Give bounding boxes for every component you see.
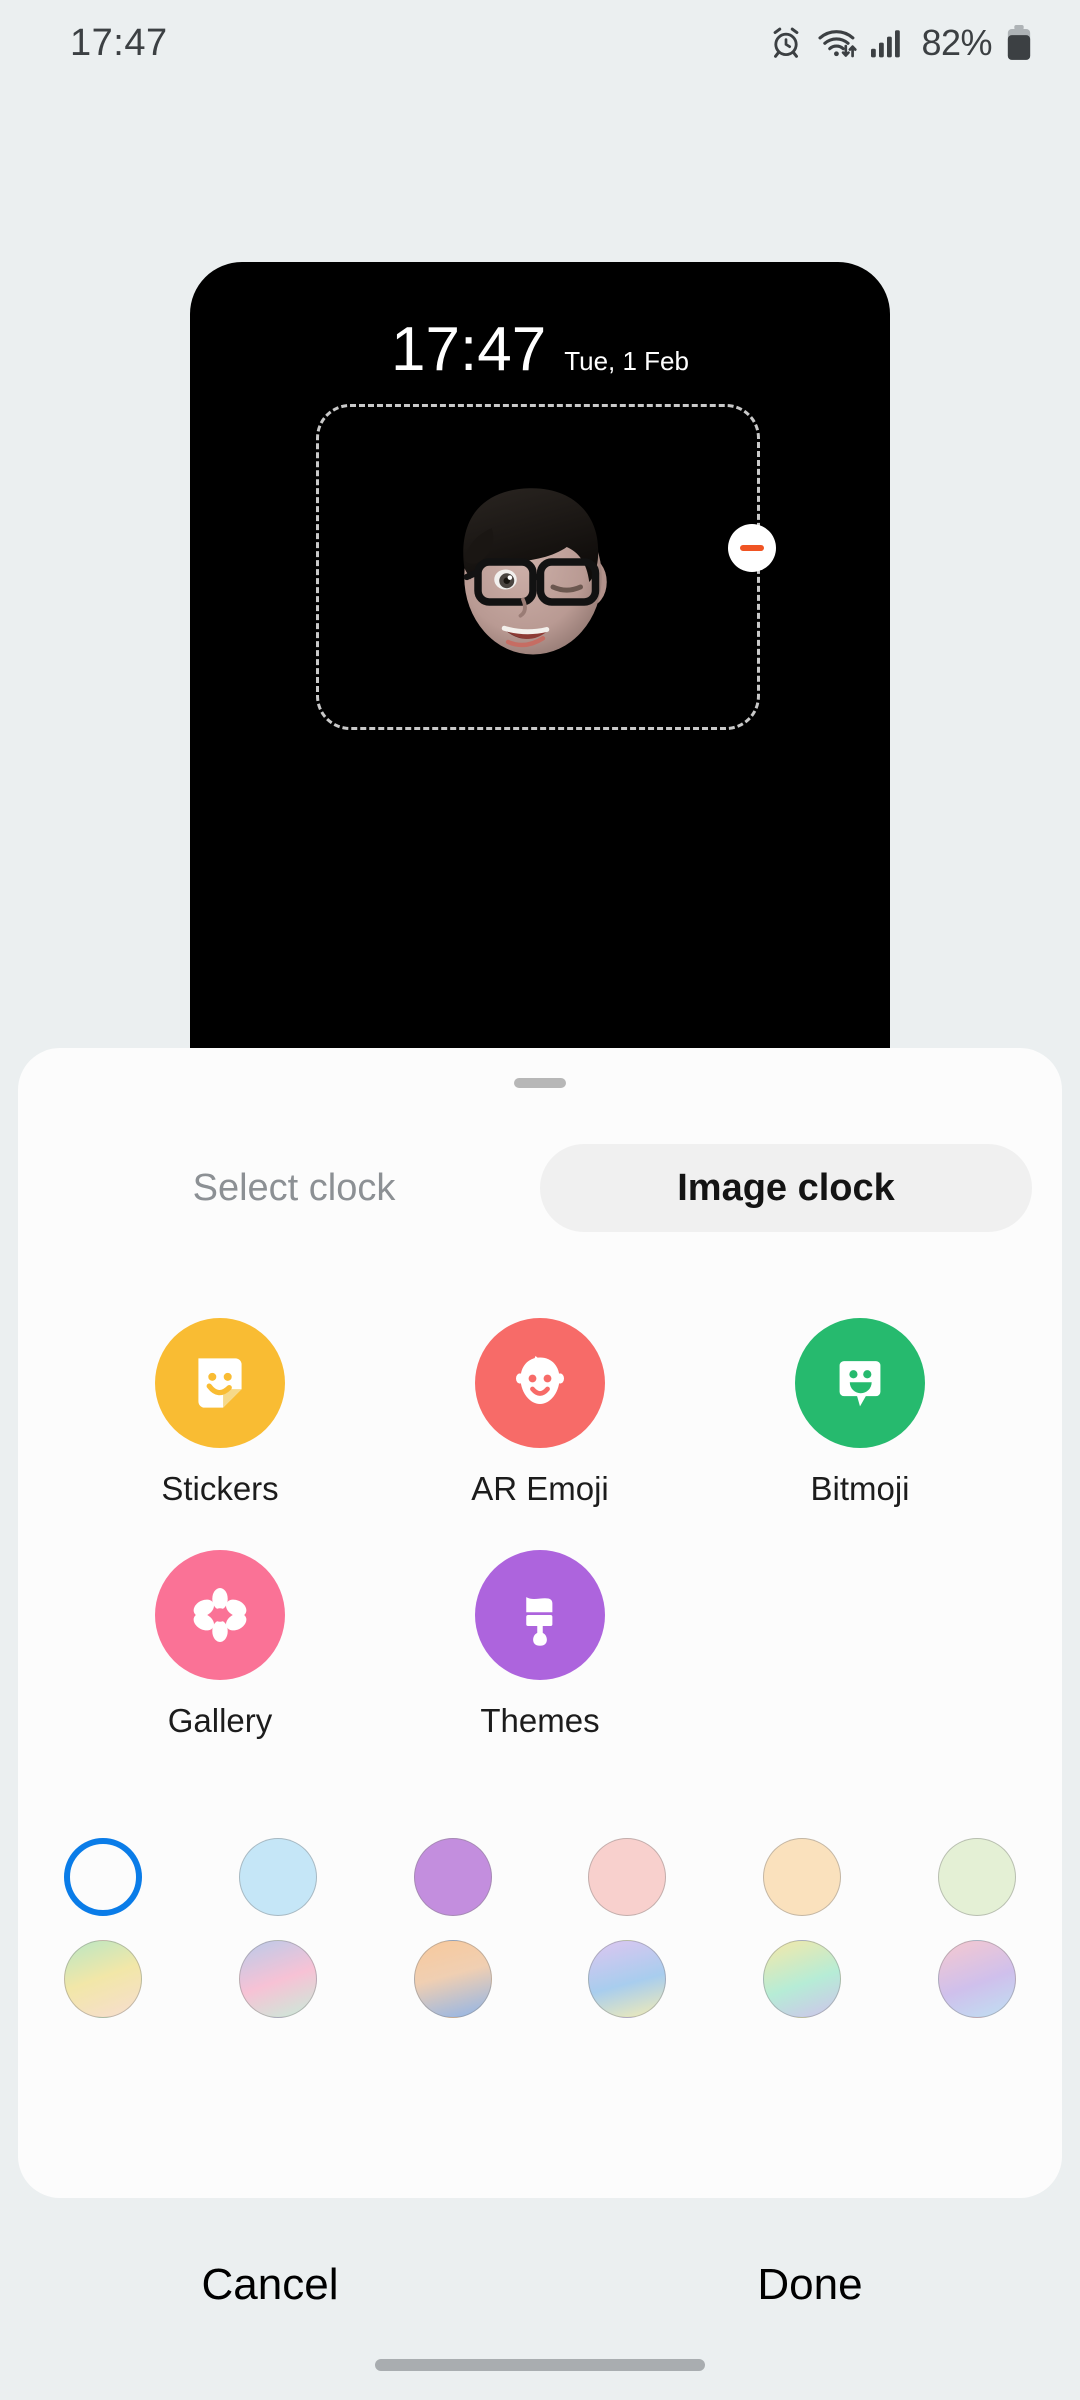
swatch-light-green[interactable] — [937, 1838, 1016, 1916]
bitmoji-icon — [795, 1318, 925, 1448]
gesture-pill[interactable] — [375, 2359, 705, 2371]
swatch-pink-violet-blue[interactable] — [937, 1940, 1016, 2018]
swatch-orange-blue[interactable] — [413, 1940, 492, 2018]
tab-select-clock[interactable]: Select clock — [48, 1144, 540, 1232]
swatch-light-pink[interactable] — [588, 1838, 667, 1916]
source-item-stickers[interactable]: Stickers — [60, 1318, 380, 1508]
ar-emoji-icon — [475, 1318, 605, 1448]
swatch-green-yellow-peach[interactable] — [64, 1940, 142, 2018]
remove-image-button[interactable] — [728, 524, 776, 572]
source-label-bitmoji: Bitmoji — [810, 1470, 910, 1507]
swatch-purple-yellow[interactable] — [588, 1940, 667, 2018]
stickers-icon — [155, 1318, 285, 1448]
ar-emoji-avatar[interactable] — [413, 442, 663, 692]
sheet-drag-handle[interactable] — [514, 1078, 566, 1088]
source-label-themes: Themes — [480, 1702, 600, 1739]
swatch-white[interactable] — [64, 1838, 142, 1916]
status-bar-icons: 82% — [769, 22, 1032, 64]
minus-icon — [740, 545, 764, 551]
swatch-yellow-mint-violet[interactable] — [763, 1940, 842, 2018]
clock-tab-bar: Select clock Image clock — [48, 1138, 1032, 1238]
gesture-nav-bar — [0, 2330, 1080, 2400]
source-item-themes[interactable]: Themes — [380, 1550, 700, 1740]
wifi-icon — [817, 26, 858, 60]
done-button[interactable]: Done — [540, 2260, 1080, 2310]
image-selection-frame[interactable] — [316, 404, 776, 730]
preview-clock-time: 17:47 — [391, 315, 547, 384]
cancel-button[interactable]: Cancel — [0, 2260, 540, 2310]
alarm-icon — [769, 26, 803, 60]
image-source-grid: Stickers AR Emoji Bitmoji Gallery Themes — [60, 1318, 1020, 1740]
source-label-stickers: Stickers — [161, 1470, 279, 1507]
phone-screen: 17:47 82% 17:47 Tue, 1 Feb Select clock … — [0, 0, 1080, 2400]
gallery-icon — [155, 1550, 285, 1680]
tab-image-clock[interactable]: Image clock — [540, 1144, 1032, 1232]
source-label-gallery: Gallery — [167, 1702, 273, 1739]
preview-clock[interactable]: 17:47 Tue, 1 Feb — [190, 314, 890, 385]
signal-icon — [871, 28, 903, 58]
bottom-sheet: Select clock Image clock Stickers AR Emo… — [18, 1048, 1062, 2198]
preview-clock-date: Tue, 1 Feb — [564, 346, 689, 376]
swatch-light-blue[interactable] — [238, 1838, 317, 1916]
source-item-gallery[interactable]: Gallery — [60, 1550, 380, 1740]
battery-icon — [1006, 25, 1032, 61]
action-bar: Cancel Done — [0, 2230, 1080, 2340]
source-item-ar-emoji[interactable]: AR Emoji — [380, 1318, 700, 1508]
status-bar: 17:47 82% — [0, 0, 1080, 86]
swatch-peach[interactable] — [763, 1838, 842, 1916]
swatch-row-gradient — [64, 1940, 1016, 2018]
swatch-orchid[interactable] — [413, 1838, 492, 1916]
swatch-blue-pink-mint[interactable] — [238, 1940, 317, 2018]
status-bar-clock: 17:47 — [70, 21, 168, 64]
battery-percent-label: 82% — [921, 22, 992, 63]
source-label-ar-emoji: AR Emoji — [471, 1470, 609, 1507]
background-color-swatches — [64, 1838, 1016, 2042]
swatch-row-solid — [64, 1838, 1016, 1916]
source-item-bitmoji[interactable]: Bitmoji — [700, 1318, 1020, 1508]
themes-icon — [475, 1550, 605, 1680]
